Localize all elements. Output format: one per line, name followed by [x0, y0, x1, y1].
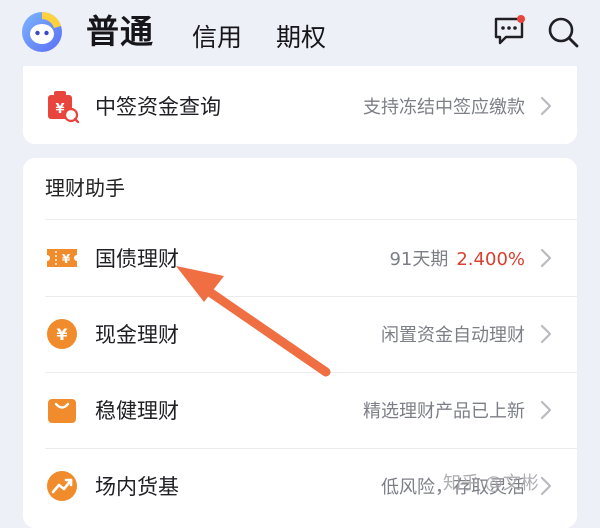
trend-up-icon [47, 471, 77, 501]
stable-wealth-row[interactable]: 稳健理财 精选理财产品已上新 [23, 372, 577, 448]
tab-credit[interactable]: 信用 [192, 18, 242, 54]
stable-wealth-desc: 精选理财产品已上新 [363, 401, 525, 422]
lottery-funds-row[interactable]: ¥ 中签资金查询 支持冻结中签应缴款 [23, 68, 577, 144]
treasury-bond-desc: 91天期 2.400% [389, 245, 525, 271]
tab-normal[interactable]: 普通 [86, 5, 154, 53]
svg-text:¥: ¥ [55, 102, 64, 117]
chevron-right-icon [540, 400, 552, 420]
section-title: 理财助手 [45, 176, 125, 200]
ticket-yen-icon: ¥ [47, 249, 77, 267]
lottery-funds-label: 中签资金查询 [95, 95, 221, 119]
message-icon[interactable] [492, 15, 526, 47]
bag-icon [48, 399, 76, 423]
top-header: 普通 信用 期权 [0, 0, 600, 62]
lottery-funds-desc: 支持冻结中签应缴款 [363, 97, 525, 118]
treasury-bond-row[interactable]: ¥ 国债理财 91天期 2.400% [23, 220, 577, 296]
cash-wealth-label: 现金理财 [95, 323, 179, 347]
svg-text:¥: ¥ [56, 325, 67, 344]
app-logo-icon[interactable] [20, 10, 64, 54]
chevron-right-icon [540, 324, 552, 344]
search-icon[interactable] [546, 15, 580, 49]
svg-text:¥: ¥ [62, 252, 71, 266]
lottery-funds-card: ¥ 中签资金查询 支持冻结中签应缴款 [23, 66, 577, 144]
chevron-right-icon [540, 96, 552, 116]
treasury-bond-rate: 2.400% [456, 249, 525, 270]
watermark-text: 知乎 @文彬 [443, 473, 539, 494]
yen-coin-icon: ¥ [47, 319, 77, 349]
lottery-bag-icon: ¥ [48, 91, 79, 123]
treasury-bond-term: 91天期 [389, 249, 449, 270]
cash-wealth-desc: 闲置资金自动理财 [381, 325, 525, 346]
chevron-right-icon [540, 248, 552, 268]
chevron-right-icon [540, 476, 552, 496]
stable-wealth-label: 稳健理财 [95, 399, 179, 423]
tab-options[interactable]: 期权 [276, 18, 326, 54]
treasury-bond-label: 国债理财 [95, 247, 179, 271]
money-fund-label: 场内货基 [95, 475, 179, 499]
cash-wealth-row[interactable]: ¥ 现金理财 闲置资金自动理财 [23, 296, 577, 372]
